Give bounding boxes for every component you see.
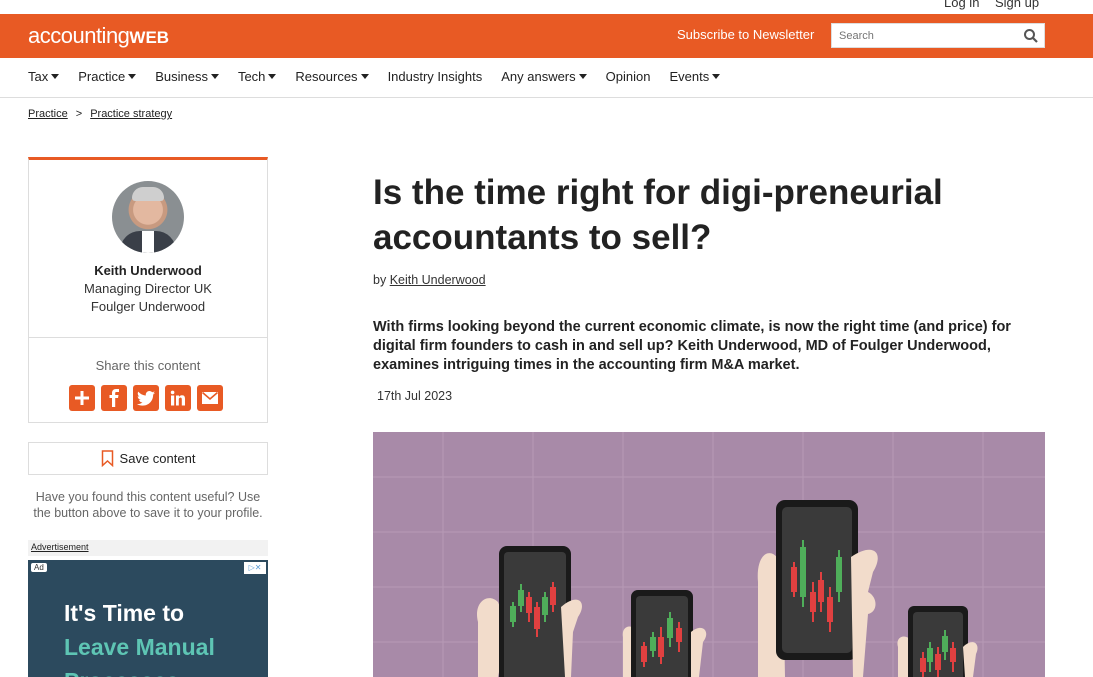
- signup-link[interactable]: Sign up: [995, 0, 1039, 10]
- nav-label: Tax: [28, 69, 49, 84]
- nav-item-tech[interactable]: Tech: [237, 69, 277, 84]
- caret-down-icon: [578, 74, 587, 79]
- save-note: Have you found this content useful? Use …: [33, 490, 263, 520]
- nav-label: Business: [155, 69, 208, 84]
- ad-tag: Ad: [31, 563, 47, 572]
- search-icon[interactable]: [1023, 28, 1039, 44]
- breadcrumb-separator: >: [75, 108, 83, 120]
- avatar[interactable]: [112, 181, 184, 253]
- caret-down-icon: [128, 74, 137, 79]
- byline: by Keith Underwood: [373, 273, 486, 287]
- byline-prefix: by: [373, 273, 387, 287]
- share-label: Share this content: [95, 358, 201, 373]
- caret-down-icon: [268, 74, 277, 79]
- divider: [29, 337, 267, 338]
- breadcrumb-practice[interactable]: Practice: [28, 108, 68, 120]
- site-header: accountingWEB Subscribe to Newsletter: [0, 14, 1093, 58]
- nav-item-resources[interactable]: Resources: [295, 69, 369, 84]
- article-standfirst: With firms looking beyond the current ec…: [373, 319, 1011, 373]
- breadcrumb: Practice > Practice strategy: [28, 108, 172, 120]
- author-card: Keith Underwood Managing Director UK Fou…: [28, 157, 268, 423]
- caret-down-icon: [210, 74, 219, 79]
- facebook-icon[interactable]: [101, 385, 127, 411]
- nav-label: Any answers: [501, 69, 576, 84]
- nav-label: Resources: [295, 69, 358, 84]
- plus-icon[interactable]: [69, 385, 95, 411]
- nav-item-tax[interactable]: Tax: [28, 69, 60, 84]
- subscribe-link[interactable]: Subscribe to Newsletter: [677, 27, 814, 42]
- author-role: Managing Director UK: [84, 281, 212, 296]
- nav-item-events[interactable]: Events: [669, 69, 721, 84]
- nav-label: Events: [669, 69, 710, 84]
- adchoices-close-icon[interactable]: ▷✕: [244, 562, 266, 574]
- author-name[interactable]: Keith Underwood: [29, 263, 267, 278]
- login-link[interactable]: Log in: [944, 0, 979, 10]
- nav-item-industry-insights[interactable]: Industry Insights: [388, 69, 483, 84]
- author-link[interactable]: Keith Underwood: [390, 273, 486, 287]
- nav-label: Tech: [237, 69, 266, 84]
- share-buttons: [69, 385, 223, 411]
- advertisement-label[interactable]: Advertisement: [31, 542, 89, 552]
- nav-label: Practice: [78, 69, 126, 84]
- ad-headline-2: Leave Manual: [64, 634, 215, 660]
- search-box: [831, 23, 1045, 48]
- save-label: Save content: [119, 451, 196, 466]
- top-bar: Log in Sign up: [0, 0, 1093, 14]
- logo-text: accounting: [28, 23, 130, 48]
- phones-trading-chart-illustration: [373, 432, 1045, 677]
- ad-label-bar: Advertisement: [28, 540, 268, 556]
- advertisement[interactable]: Ad ▷✕ It's Time to Leave Manual Processe…: [28, 560, 268, 677]
- article-date: 17th Jul 2023: [377, 389, 453, 403]
- email-icon[interactable]: [197, 385, 223, 411]
- linkedin-icon[interactable]: [165, 385, 191, 411]
- breadcrumb-practice-strategy[interactable]: Practice strategy: [90, 108, 172, 120]
- hero-image: [373, 432, 1045, 677]
- author-company: Foulger Underwood: [90, 299, 206, 314]
- nav-item-practice[interactable]: Practice: [78, 69, 137, 84]
- nav-label: Opinion: [605, 69, 651, 84]
- twitter-icon[interactable]: [133, 385, 159, 411]
- nav-item-business[interactable]: Business: [155, 69, 219, 84]
- nav-item-any-answers[interactable]: Any answers: [501, 69, 587, 84]
- bookmark-icon: [101, 450, 113, 467]
- nav-item-opinion[interactable]: Opinion: [606, 69, 651, 84]
- site-logo[interactable]: accountingWEB: [28, 23, 169, 49]
- nav-label: Industry Insights: [387, 69, 483, 84]
- ad-headline-1: It's Time to: [64, 600, 185, 626]
- caret-down-icon: [712, 74, 721, 79]
- save-content-button[interactable]: Save content: [28, 442, 268, 475]
- logo-text-bold: WEB: [129, 28, 170, 47]
- search-input[interactable]: [837, 24, 1021, 48]
- ad-headline-3: Processes: [64, 668, 179, 677]
- caret-down-icon: [360, 74, 369, 79]
- main-nav: Tax Practice Business Tech Resources Ind…: [0, 58, 1093, 98]
- article-title: Is the time right for digi-preneurial ac…: [373, 173, 943, 257]
- caret-down-icon: [51, 74, 60, 79]
